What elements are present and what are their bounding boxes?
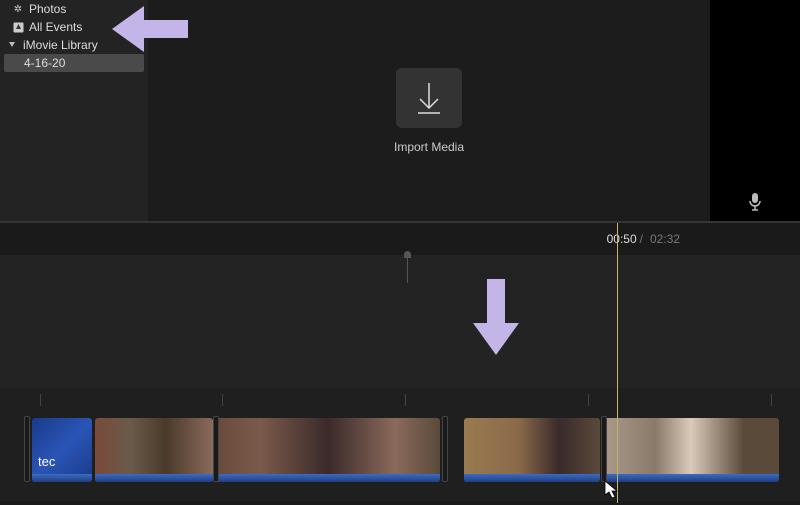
timeline-clip-track[interactable]: [0, 388, 800, 501]
timeline-tick: [588, 394, 589, 406]
download-arrow-icon: [415, 81, 443, 115]
sidebar-item-label: 4-16-20: [24, 56, 65, 70]
current-time: 00:50: [607, 232, 637, 246]
preview-pane: [710, 0, 800, 221]
annotation-arrow-down: [470, 279, 522, 362]
timecode-bar: 00:50 / 02:32: [0, 223, 800, 255]
timeline-marker[interactable]: [407, 255, 408, 283]
timeline-upper-track[interactable]: [0, 255, 800, 388]
sidebar-item-label: Photos: [29, 2, 66, 16]
playhead[interactable]: [617, 223, 618, 503]
timeline-clip[interactable]: [216, 418, 440, 482]
sidebar-item-label: All Events: [29, 20, 82, 34]
time-separator: /: [640, 232, 643, 246]
events-icon: [12, 21, 24, 33]
timeline-tick: [40, 394, 41, 406]
clip-edge-handle[interactable]: [442, 416, 448, 482]
timeline-tick: [222, 394, 223, 406]
disclosure-triangle-icon: [6, 39, 18, 51]
total-time: 02:32: [650, 232, 680, 246]
clip-edge-handle[interactable]: [24, 416, 30, 482]
timeline-clip[interactable]: [603, 418, 779, 482]
media-browser: Import Media: [148, 0, 710, 221]
import-media-label: Import Media: [394, 140, 464, 154]
photos-icon: ✲: [12, 3, 24, 15]
timeline-tick: [771, 394, 772, 406]
timeline-clip[interactable]: [32, 418, 92, 482]
timeline-clip[interactable]: [95, 418, 213, 482]
audio-waveform: [464, 474, 600, 482]
audio-waveform: [95, 474, 213, 482]
clip-edge-handle[interactable]: [213, 416, 219, 482]
annotation-arrow-left: [110, 3, 188, 60]
sidebar-item-label: iMovie Library: [23, 38, 98, 52]
audio-waveform: [216, 474, 440, 482]
mouse-cursor-icon: [604, 480, 618, 505]
microphone-icon[interactable]: [747, 192, 763, 217]
audio-waveform: [603, 474, 779, 482]
timeline-tick: [405, 394, 406, 406]
import-media-button[interactable]: [396, 68, 462, 128]
clip-edge-handle[interactable]: [601, 416, 607, 482]
audio-waveform: [32, 474, 92, 482]
timeline-clip[interactable]: [464, 418, 600, 482]
